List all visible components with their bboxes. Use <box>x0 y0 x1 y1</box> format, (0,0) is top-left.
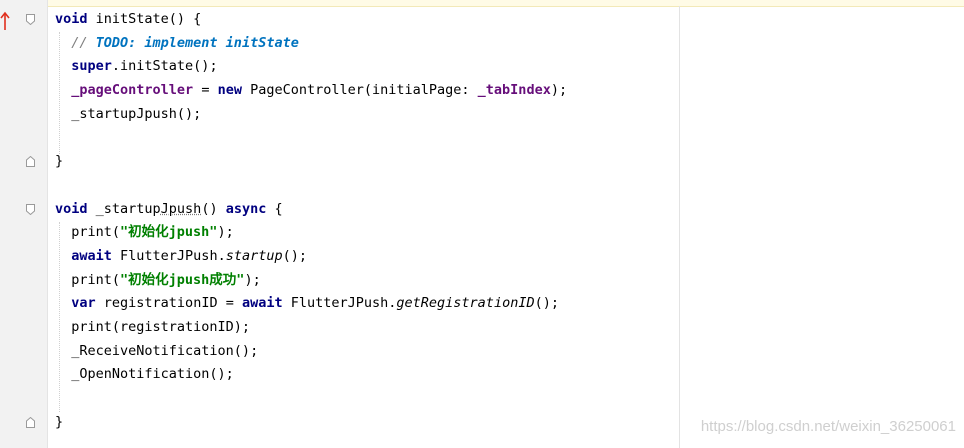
watermark: https://blog.csdn.net/weixin_36250061 <box>700 418 956 435</box>
code-line[interactable]: print("初始化jpush"); <box>55 221 567 245</box>
code-token: startup <box>225 247 283 264</box>
code-token: Jpush <box>160 200 202 217</box>
code-token: FlutterJPush. <box>111 247 226 264</box>
code-token: (); <box>282 247 307 264</box>
code-line[interactable]: _startupJpush(); <box>55 103 567 127</box>
code-token: = <box>193 82 218 99</box>
code-token: var <box>71 295 96 312</box>
editor-notification-strip <box>0 0 964 7</box>
code-token: // <box>55 34 96 51</box>
code-token: ); <box>550 82 568 99</box>
code-token: _ReceiveNotification(); <box>55 342 259 359</box>
code-token: print(registrationID); <box>55 318 251 335</box>
code-line[interactable]: } <box>55 150 567 174</box>
fold-marker-icon[interactable] <box>26 14 35 25</box>
code-line[interactable] <box>55 387 567 411</box>
code-token: _startupJpush(); <box>55 105 202 122</box>
code-token: ); <box>217 224 234 241</box>
override-method-icon[interactable] <box>0 11 10 31</box>
code-line[interactable]: print(registrationID); <box>55 316 567 340</box>
code-token: } <box>55 413 64 430</box>
code-line[interactable]: var registrationID = await FlutterJPush.… <box>55 292 567 316</box>
code-line[interactable]: } <box>55 411 567 435</box>
code-token: (); <box>534 295 559 312</box>
code-line[interactable]: super.initState(); <box>55 55 567 79</box>
code-token: _OpenNotification(); <box>55 366 234 383</box>
code-token: { <box>266 200 283 217</box>
code-line[interactable]: void _startupJpush() async { <box>55 198 567 222</box>
code-token: void <box>55 11 88 27</box>
code-token: initState() { <box>87 11 202 27</box>
code-token: print( <box>55 224 121 241</box>
code-token: ); <box>244 271 261 288</box>
code-line[interactable]: print("初始化jpush成功"); <box>55 269 567 293</box>
fold-marker-icon[interactable] <box>26 417 35 428</box>
code-token: registrationID = <box>95 295 242 312</box>
code-line[interactable] <box>55 126 567 150</box>
code-token: _pageController <box>71 82 194 99</box>
code-token: new <box>217 82 242 99</box>
code-line[interactable] <box>55 174 567 198</box>
code-token: await <box>241 295 283 312</box>
code-token: print( <box>55 271 121 288</box>
fold-marker-icon[interactable] <box>26 156 35 167</box>
code-token: PageController(initialPage: <box>241 82 478 99</box>
code-token: getRegistrationID <box>396 295 535 312</box>
code-line[interactable]: _pageController = new PageController(ini… <box>55 79 567 103</box>
code-token: super <box>71 58 112 75</box>
code-token: } <box>55 153 64 170</box>
code-token: FlutterJPush. <box>282 295 397 312</box>
code-token: _tabIndex <box>477 82 551 99</box>
editor-gutter[interactable] <box>0 0 48 448</box>
code-token: await <box>71 247 112 264</box>
code-line[interactable]: // TODO: implement initState <box>55 32 567 56</box>
right-margin-guide <box>679 6 680 448</box>
code-line[interactable]: void initState() { <box>55 8 567 32</box>
code-token: "初始化jpush" <box>120 224 218 241</box>
code-token: async <box>225 200 267 217</box>
code-line[interactable]: _OpenNotification(); <box>55 363 567 387</box>
code-token: "初始化jpush成功" <box>120 271 245 288</box>
fold-marker-icon[interactable] <box>26 204 35 215</box>
code-line[interactable]: _ReceiveNotification(); <box>55 340 567 364</box>
code-token: _startup <box>87 200 161 217</box>
code-line[interactable]: await FlutterJPush.startup(); <box>55 245 567 269</box>
code-token: void <box>55 200 88 217</box>
code-token: TODO: implement initState <box>95 34 299 51</box>
code-editor[interactable]: void initState() { // TODO: implement in… <box>55 8 567 434</box>
code-token: .initState(); <box>111 58 218 75</box>
code-token: () <box>201 200 226 217</box>
